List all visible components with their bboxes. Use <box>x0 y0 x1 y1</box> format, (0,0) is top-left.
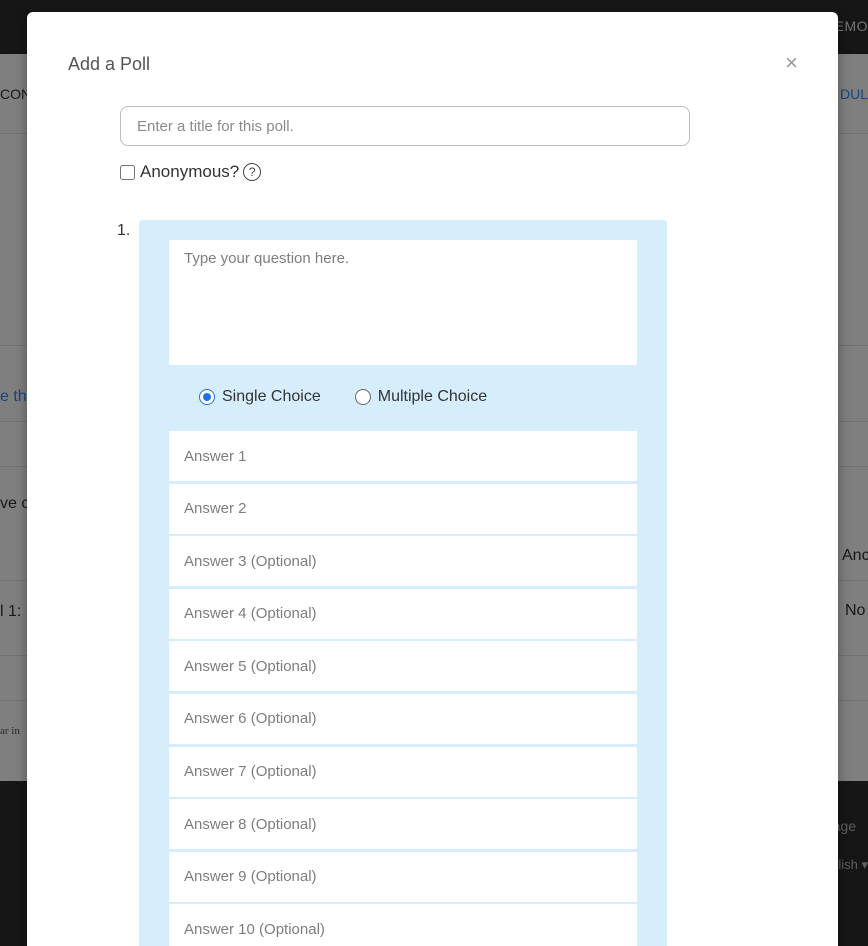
anonymous-option: Anonymous? ? <box>120 162 262 182</box>
multiple-choice-option[interactable]: Multiple Choice <box>354 388 488 406</box>
single-choice-label: Single Choice <box>222 388 321 405</box>
anonymous-checkbox[interactable] <box>120 164 135 180</box>
answer-list <box>169 431 637 946</box>
anonymous-label[interactable]: Anonymous? <box>140 162 239 182</box>
answer-input-7[interactable] <box>169 746 637 797</box>
modal-title: Add a Poll <box>68 54 151 74</box>
answer-input-10[interactable] <box>169 904 637 946</box>
answer-input-2[interactable] <box>169 483 637 534</box>
add-poll-modal: Add a Poll × Anonymous? ? 1. Single Choi… <box>27 12 838 946</box>
answer-input-3[interactable] <box>169 536 637 587</box>
single-choice-option[interactable]: Single Choice <box>199 388 321 406</box>
multiple-choice-label: Multiple Choice <box>377 388 488 405</box>
question-input[interactable] <box>169 240 637 365</box>
question-card: Single Choice Multiple Choice <box>139 220 667 946</box>
multiple-choice-radio[interactable] <box>354 389 371 405</box>
close-icon[interactable]: × <box>785 52 798 74</box>
answer-input-1[interactable] <box>169 431 637 481</box>
answer-input-8[interactable] <box>169 799 637 850</box>
help-icon[interactable]: ? <box>243 163 262 181</box>
answer-input-6[interactable] <box>169 693 637 744</box>
answer-input-4[interactable] <box>169 588 637 639</box>
answer-input-9[interactable] <box>169 851 637 902</box>
answer-input-5[interactable] <box>169 641 637 692</box>
question-number: 1. <box>117 222 131 239</box>
choice-type-group: Single Choice Multiple Choice <box>199 388 521 406</box>
single-choice-radio[interactable] <box>199 389 215 405</box>
poll-title-input[interactable] <box>120 106 690 146</box>
